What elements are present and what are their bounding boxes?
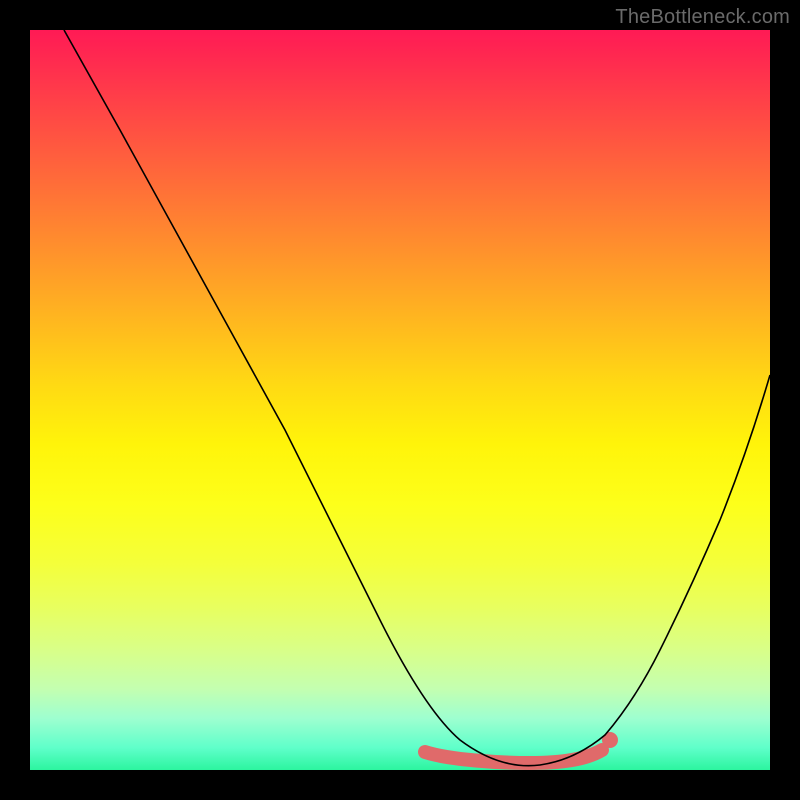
- bottleneck-curve: [64, 30, 770, 766]
- watermark-text: TheBottleneck.com: [615, 6, 790, 29]
- plot-area: [30, 30, 770, 770]
- chart-frame: TheBottleneck.com: [0, 0, 800, 800]
- optimal-range-band: [425, 750, 602, 763]
- curve-svg: [30, 30, 770, 770]
- optimal-range-end-dot: [602, 732, 618, 748]
